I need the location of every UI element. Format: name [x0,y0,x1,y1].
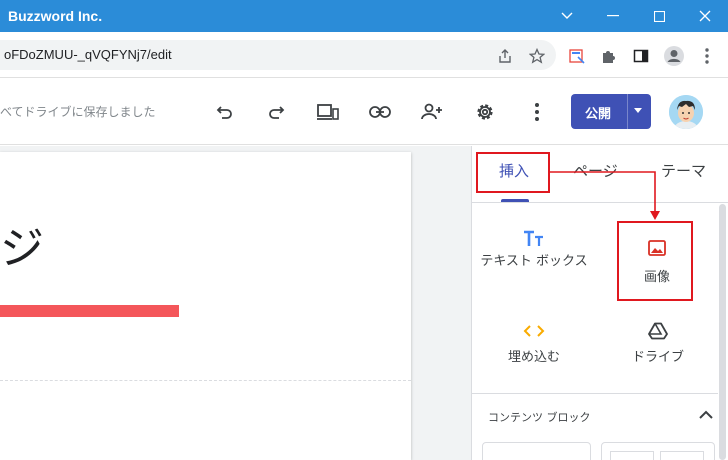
accent-divider [0,305,179,317]
section-boundary [0,380,411,381]
publish-label[interactable]: 公開 [585,103,611,122]
block-preview [610,451,654,460]
panel-scrollbar[interactable] [718,204,727,460]
highlight-insert-tab [476,152,550,193]
insert-embed[interactable]: 埋め込む [480,324,588,366]
insert-drive-label[interactable]: ドライブ [632,350,684,365]
maximize-icon[interactable] [636,0,682,32]
section-divider [472,393,718,394]
url-text[interactable]: oFDoZMUU-_qVQFYNj7/edit [4,47,172,62]
publish-dropdown-icon[interactable] [634,108,642,113]
undo-icon[interactable] [209,96,241,128]
tab-search-chevron-icon[interactable] [544,0,590,32]
sites-toolbar: べてドライブに保存しました 公開 [0,79,728,145]
star-icon[interactable] [526,45,548,67]
puzzle-icon[interactable] [597,44,621,68]
insert-drive[interactable]: ドライブ [604,322,712,366]
tab-divider [472,202,728,203]
minimize-icon[interactable] [590,0,636,32]
insert-text-box[interactable]: テキスト ボックス [480,230,588,270]
text-box-icon [524,230,543,246]
page-canvas[interactable]: ジ [0,152,411,460]
insert-embed-label[interactable]: 埋め込む [508,350,560,365]
scrollbar-thumb[interactable] [719,204,726,460]
drive-icon [648,322,668,340]
embed-code-icon [523,325,545,337]
url-field[interactable]: oFDoZMUU-_qVQFYNj7/edit [0,40,556,70]
tab-themes[interactable]: テーマ [661,160,706,181]
close-icon[interactable] [682,0,728,32]
publish-button[interactable]: 公開 [571,94,651,129]
sidepanel-icon[interactable] [629,44,653,68]
insert-text-box-label[interactable]: テキスト ボックス [480,254,587,269]
preview-icon[interactable] [312,96,344,128]
editor-canvas: ジ [0,146,471,460]
insert-side-panel: 挿入 ページ テーマ テキスト ボックス 画像 埋め込む ドライブ コンテンツ … [471,146,728,460]
profile-icon[interactable] [661,43,687,69]
save-status: べてドライブに保存しました [0,105,156,119]
link-icon[interactable] [364,96,396,128]
chevron-up-icon[interactable] [699,405,713,424]
tab-pages[interactable]: ページ [573,160,618,181]
content-blocks-title[interactable]: コンテンツ ブロック [488,409,591,425]
window-title: Buzzword Inc. [8,8,103,24]
window-titlebar: Buzzword Inc. [0,0,728,32]
page-heading-fragment[interactable]: ジ [0,224,44,274]
settings-icon[interactable] [469,96,501,128]
highlight-image-item [617,221,693,301]
redo-icon[interactable] [260,96,292,128]
more-icon[interactable] [521,96,553,128]
extension-page-icon[interactable] [565,44,589,68]
share-icon[interactable] [494,45,516,67]
more-vert-icon[interactable] [697,44,717,68]
content-block-card[interactable] [482,442,591,460]
publish-divider [627,94,628,129]
share-user-icon[interactable] [416,96,448,128]
avatar[interactable] [669,95,703,129]
block-preview [660,451,704,460]
content-block-card[interactable] [601,442,715,460]
browser-address-bar: oFDoZMUU-_qVQFYNj7/edit [0,32,728,78]
